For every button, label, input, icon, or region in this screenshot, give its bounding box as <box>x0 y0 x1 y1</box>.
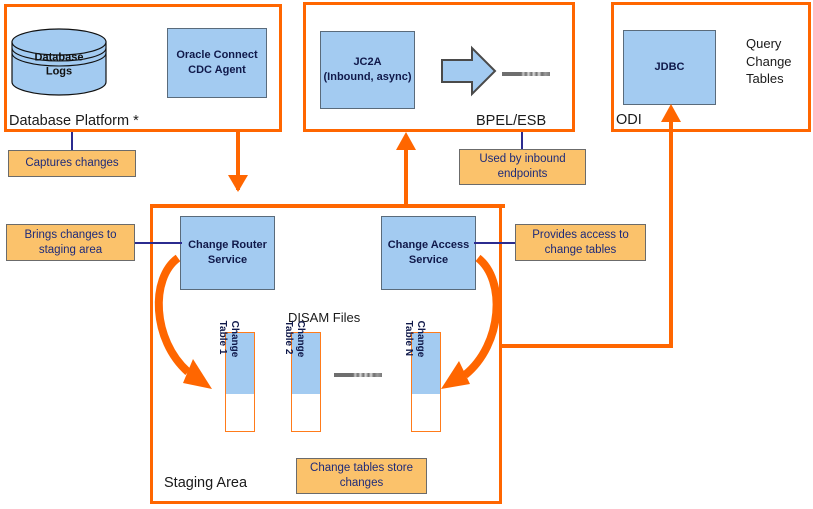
jc2a-box[interactable]: JC2A (Inbound, async) <box>320 31 415 109</box>
query-change-tables-text: Query Change Tables <box>746 36 792 87</box>
change-access-service-box[interactable]: Change Access Service <box>381 216 476 290</box>
callout-brings-changes: Brings changes to staging area <box>6 224 135 261</box>
panel-label-bpel-esb: BPEL/ESB <box>476 113 547 129</box>
connector-staging-to-odi-vertical <box>669 110 673 346</box>
oracle-connect-cdc-agent-box[interactable]: Oracle Connect CDC Agent <box>167 28 267 98</box>
change-table-1-line2: Table 1 <box>217 320 229 355</box>
change-router-service-box[interactable]: Change Router Service <box>180 216 275 290</box>
connector-brings-changes <box>134 242 182 244</box>
jdbc-box[interactable]: JDBC <box>623 30 716 105</box>
panel-label-database-platform: Database Platform * <box>9 113 139 129</box>
cylinder-shape <box>11 28 107 96</box>
diagram-canvas: Database Platform * Database Logs Oracle… <box>0 0 813 509</box>
callout-provides-access: Provides access to change tables <box>515 224 646 261</box>
change-table-n: Change Table N <box>404 321 441 432</box>
connector-provides-access <box>474 242 517 244</box>
database-logs-cylinder: Database Logs <box>10 28 108 96</box>
change-table-2-line2: Table 2 <box>283 320 295 355</box>
change-table-1-label: Change Table 1 <box>217 320 241 358</box>
bpel-endpoint-dashed-rule <box>502 72 550 76</box>
callout-captures-changes: Captures changes <box>8 150 136 177</box>
change-tables-ellipsis-rule <box>334 373 382 377</box>
connector-used-by-inbound <box>521 132 523 149</box>
change-table-2-line1: Change <box>295 320 306 358</box>
change-table-2: Change Table 2 <box>284 321 321 432</box>
change-table-n-label: Change Table N <box>403 320 427 358</box>
connector-staging-to-bpel-vertical <box>404 140 408 206</box>
change-table-1-line1: Change <box>229 320 240 358</box>
callout-change-tables-store: Change tables store changes <box>296 458 427 494</box>
change-table-n-line2: Table N <box>403 320 415 357</box>
panel-label-staging-area: Staging Area <box>164 475 248 491</box>
change-table-n-line1: Change <box>415 320 426 358</box>
change-table-2-label: Change Table 2 <box>283 320 307 358</box>
panel-label-odi: ODI <box>616 112 642 128</box>
connector-captures-changes <box>71 132 73 150</box>
connector-dbplatform-to-staging-vertical <box>236 130 240 190</box>
callout-used-by-inbound: Used by inbound endpoints <box>459 149 586 185</box>
change-table-1: Change Table 1 <box>218 321 255 432</box>
connector-staging-to-odi-horizontal <box>500 344 673 348</box>
